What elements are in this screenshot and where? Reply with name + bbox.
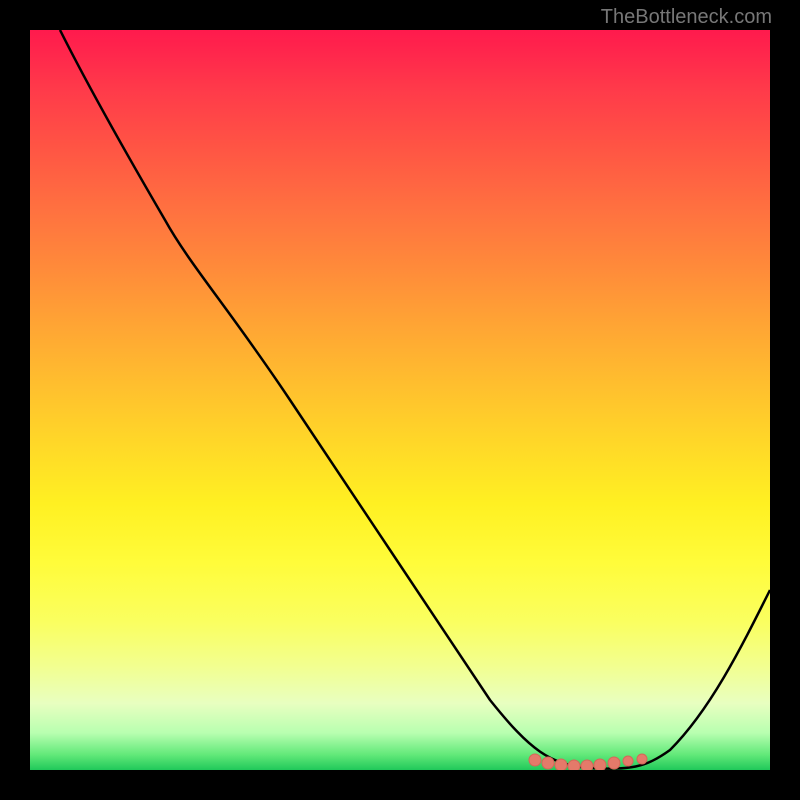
marker-dot bbox=[594, 759, 606, 770]
watermark-text: TheBottleneck.com bbox=[601, 6, 772, 29]
marker-dot bbox=[529, 754, 541, 766]
marker-group bbox=[529, 754, 647, 770]
marker-dot bbox=[542, 757, 554, 769]
marker-dot bbox=[568, 760, 580, 770]
curve-svg bbox=[30, 30, 770, 770]
chart-plot-area bbox=[30, 30, 770, 770]
marker-dot bbox=[623, 756, 633, 766]
marker-dot bbox=[608, 757, 620, 769]
bottleneck-curve-path bbox=[60, 30, 770, 769]
marker-dot bbox=[555, 759, 567, 770]
marker-dot bbox=[637, 754, 647, 764]
marker-dot bbox=[581, 760, 593, 770]
